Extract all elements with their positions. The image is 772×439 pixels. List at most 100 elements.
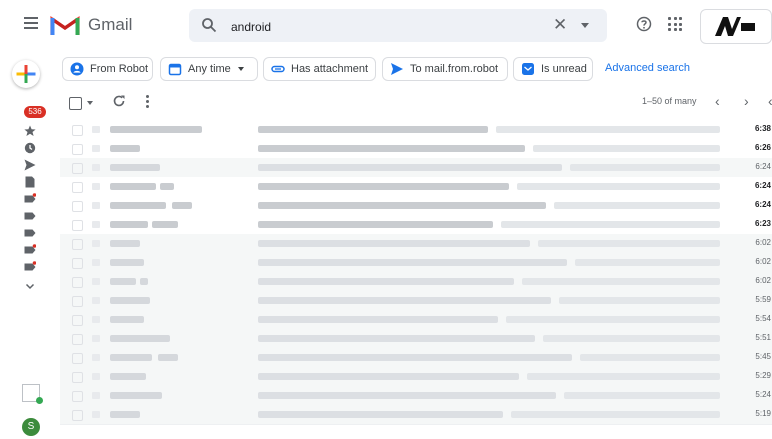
search-input[interactable] <box>229 15 533 39</box>
snippet-blurred <box>559 297 720 304</box>
drafts-icon[interactable] <box>24 176 36 188</box>
row-star-icon[interactable] <box>92 335 100 342</box>
starred-icon[interactable] <box>24 125 36 137</box>
snoozed-icon[interactable] <box>24 142 36 154</box>
clear-search-icon[interactable]: ✕ <box>553 16 567 34</box>
message-row[interactable]: 5:51 <box>60 329 772 349</box>
filter-chip-label: To mail.from.robot <box>410 63 499 75</box>
row-star-icon[interactable] <box>92 411 100 418</box>
row-star-icon[interactable] <box>92 297 100 304</box>
sender-blurred <box>110 126 202 133</box>
row-star-icon[interactable] <box>92 354 100 361</box>
filter-chip-unread[interactable]: Is unread <box>513 57 593 81</box>
message-row[interactable]: 6:02 <box>60 253 772 273</box>
message-row[interactable]: 5:54 <box>60 310 772 330</box>
row-star-icon[interactable] <box>92 202 100 209</box>
message-row[interactable]: 5:24 <box>60 386 772 406</box>
search-icon[interactable] <box>201 17 217 33</box>
row-star-icon[interactable] <box>92 240 100 247</box>
user-avatar[interactable]: S <box>22 418 40 436</box>
row-checkbox[interactable] <box>72 125 83 136</box>
snippet-blurred <box>554 202 720 209</box>
sender-blurred <box>110 316 144 323</box>
sender-blurred <box>110 240 140 247</box>
row-checkbox[interactable] <box>72 353 83 364</box>
message-row[interactable]: 6:02 <box>60 234 772 254</box>
app-name: Gmail <box>88 15 133 34</box>
row-star-icon[interactable] <box>92 183 100 190</box>
older-page-icon[interactable]: › <box>744 93 749 109</box>
search-options-icon[interactable] <box>581 23 589 28</box>
subject-blurred <box>258 392 556 399</box>
snippet-blurred <box>511 411 720 418</box>
message-row[interactable]: 6:24 <box>60 177 772 197</box>
subject-blurred <box>258 145 525 152</box>
row-checkbox[interactable] <box>72 315 83 326</box>
pagination-text: 1–50 of many <box>642 96 697 106</box>
message-row[interactable]: 6:24 <box>60 158 772 178</box>
message-row[interactable]: 5:19 <box>60 405 772 425</box>
row-star-icon[interactable] <box>92 392 100 399</box>
row-checkbox[interactable] <box>72 182 83 193</box>
label-icon[interactable] <box>24 244 36 256</box>
message-row[interactable]: 6:38 <box>60 120 772 140</box>
google-apps-icon[interactable] <box>668 17 682 31</box>
more-options-icon[interactable] <box>144 93 150 109</box>
search-box[interactable]: ✕ <box>189 9 607 42</box>
row-checkbox[interactable] <box>72 163 83 174</box>
main-menu-button[interactable] <box>20 14 42 36</box>
row-checkbox[interactable] <box>72 258 83 269</box>
inbox-unread-badge[interactable]: 536 <box>24 106 46 118</box>
label-icon[interactable] <box>24 210 36 222</box>
row-star-icon[interactable] <box>92 221 100 228</box>
message-row[interactable]: 6:23 <box>60 215 772 235</box>
label-icon[interactable] <box>24 261 36 273</box>
subject-blurred <box>258 335 535 342</box>
row-checkbox[interactable] <box>72 391 83 402</box>
sent-icon[interactable] <box>24 159 36 171</box>
refresh-icon[interactable] <box>112 94 126 108</box>
expand-more-icon[interactable] <box>24 280 36 292</box>
row-checkbox[interactable] <box>72 334 83 345</box>
message-list: 6:38 6:26 6:24 6:24 6:24 6:23 6:02 6:02 6:02 5:59… <box>60 120 772 439</box>
account-logo-button[interactable] <box>700 9 772 44</box>
row-checkbox[interactable] <box>72 296 83 307</box>
select-all-checkbox[interactable] <box>69 97 82 110</box>
advanced-search-link[interactable]: Advanced search <box>605 62 690 74</box>
row-checkbox[interactable] <box>72 201 83 212</box>
row-checkbox[interactable] <box>72 372 83 383</box>
row-checkbox[interactable] <box>72 239 83 250</box>
help-icon[interactable] <box>636 16 652 32</box>
row-star-icon[interactable] <box>92 126 100 133</box>
row-star-icon[interactable] <box>92 164 100 171</box>
message-row[interactable]: 6:02 <box>60 272 772 292</box>
row-star-icon[interactable] <box>92 145 100 152</box>
row-checkbox[interactable] <box>72 144 83 155</box>
message-row[interactable]: 6:26 <box>60 139 772 159</box>
row-checkbox[interactable] <box>72 410 83 421</box>
snippet-blurred <box>501 221 720 228</box>
newer-page-icon[interactable]: ‹ <box>715 93 720 109</box>
compose-button[interactable] <box>12 60 40 88</box>
label-icon[interactable] <box>24 227 36 239</box>
input-tools-icon[interactable]: ‹ <box>768 93 772 109</box>
row-checkbox[interactable] <box>72 277 83 288</box>
message-row[interactable]: 6:24 <box>60 196 772 216</box>
filter-chip-to[interactable]: To mail.from.robot <box>382 57 508 81</box>
filter-chip-date[interactable]: Any time <box>160 57 258 81</box>
row-star-icon[interactable] <box>92 316 100 323</box>
row-star-icon[interactable] <box>92 373 100 380</box>
gmail-logo-icon[interactable] <box>50 14 80 36</box>
row-checkbox[interactable] <box>72 220 83 231</box>
message-row[interactable]: 5:59 <box>60 291 772 311</box>
filter-chip-from[interactable]: From Robot <box>62 57 153 81</box>
message-row[interactable]: 5:45 <box>60 348 772 368</box>
message-row[interactable]: 5:29 <box>60 367 772 387</box>
sender-blurred <box>110 392 162 399</box>
select-options-icon[interactable] <box>87 101 93 105</box>
row-star-icon[interactable] <box>92 259 100 266</box>
row-star-icon[interactable] <box>92 278 100 285</box>
filter-chip-attachment[interactable]: Has attachment <box>263 57 376 81</box>
subject-blurred <box>258 183 509 190</box>
label-icon[interactable] <box>24 193 36 205</box>
